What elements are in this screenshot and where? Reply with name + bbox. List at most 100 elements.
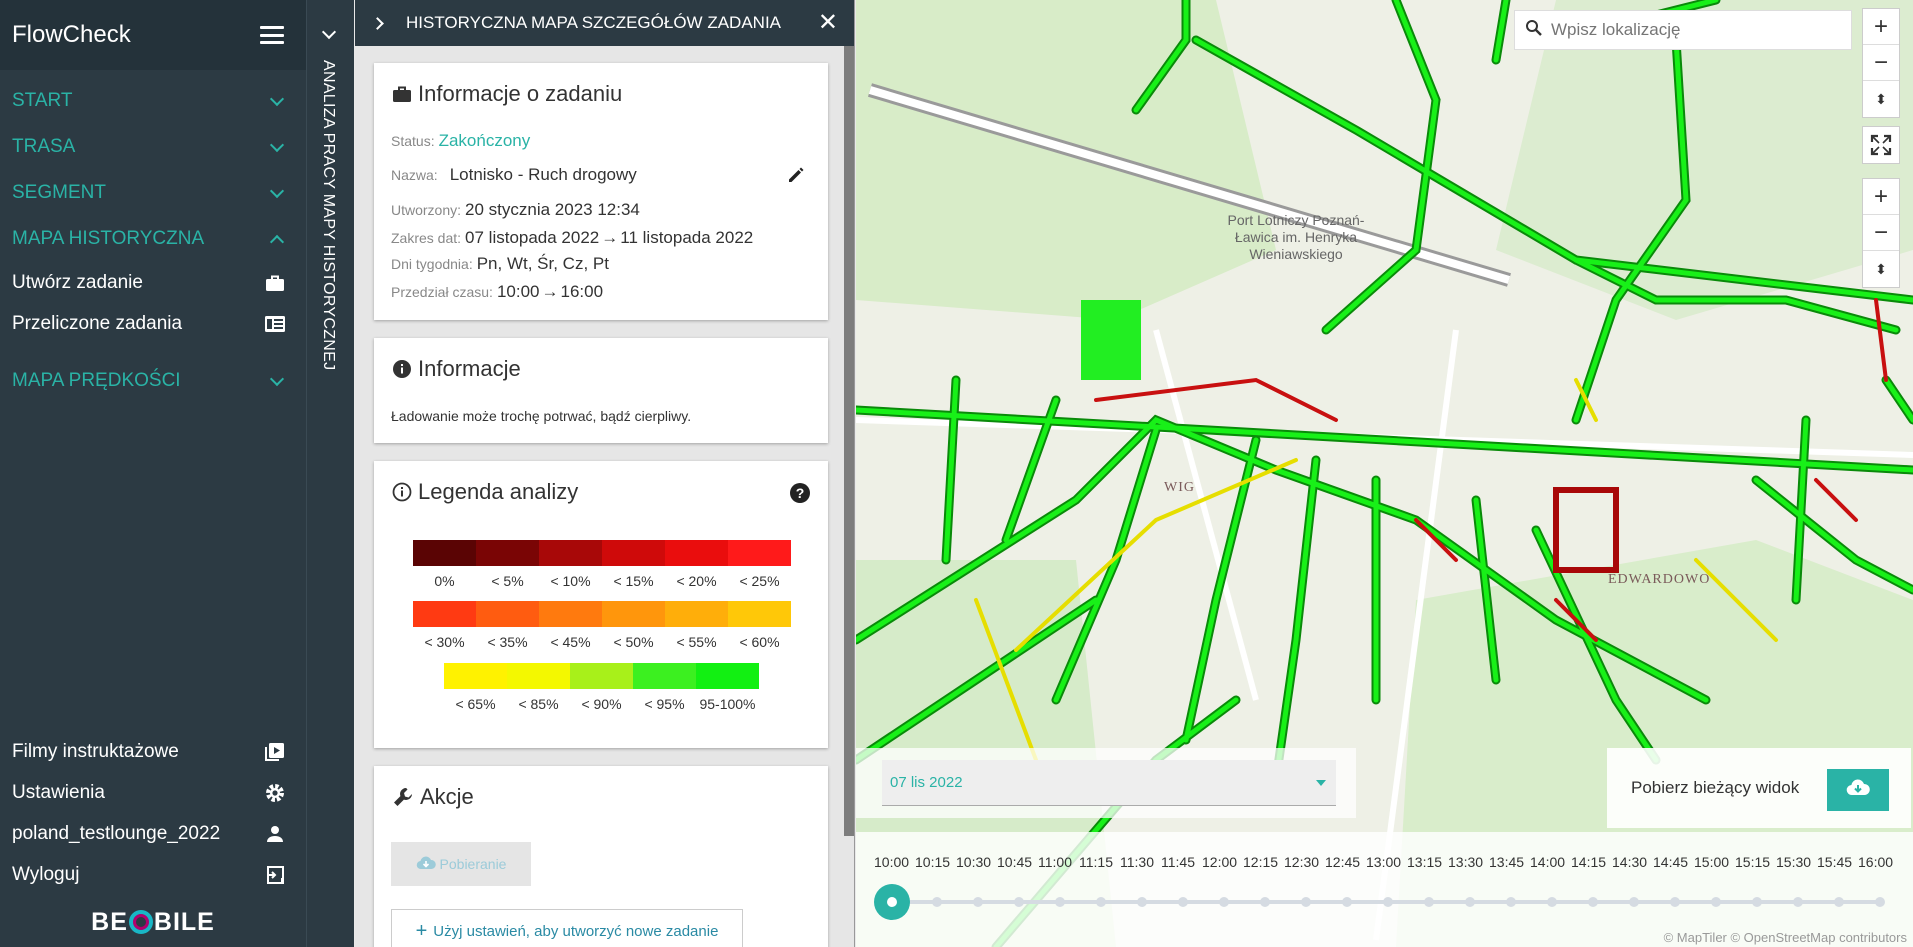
timeline-step-dot[interactable] [1424, 897, 1434, 907]
menu-item-mapa-predkosci[interactable]: MAPA PRĘDKOŚCI [0, 358, 306, 404]
task-info-title: Informacje o zadaniu [374, 63, 828, 107]
timeline-tick-label[interactable]: 15:00 [1694, 854, 1735, 870]
timeline-tick-label[interactable]: 15:45 [1817, 854, 1858, 870]
zoom-out-button-2[interactable]: − [1863, 215, 1899, 251]
weekdays-value: Pn, Wt, Śr, Cz, Pt [476, 254, 609, 273]
timeline-step-dot[interactable] [1096, 897, 1106, 907]
timeline-tick-label[interactable]: 13:00 [1366, 854, 1407, 870]
timeline-step-dot[interactable] [1629, 897, 1639, 907]
timeline-step-dot[interactable] [1547, 897, 1557, 907]
map-area[interactable]: Port Lotniczy Poznań- Ławica im. Henryka… [856, 0, 1913, 947]
timeline-slider-handle[interactable] [874, 884, 910, 920]
timeline-tick-label[interactable]: 11:15 [1079, 854, 1120, 870]
compass-button-2[interactable]: ⬍ [1863, 251, 1899, 287]
menu-item-segment[interactable]: SEGMENT [0, 170, 306, 216]
timeline-step-dot[interactable] [1711, 897, 1721, 907]
timeline-tick-label[interactable]: 12:30 [1284, 854, 1325, 870]
timeline-step-dot[interactable] [1834, 897, 1844, 907]
timeline-tick-label[interactable]: 14:00 [1530, 854, 1571, 870]
submenu-item-create-task[interactable]: Utwórz zadanie [0, 262, 306, 303]
legend-swatch [570, 663, 633, 689]
timeline-step-dot[interactable] [1506, 897, 1516, 907]
search-input[interactable] [1551, 20, 1841, 40]
timeline-tick-label[interactable]: 10:00 [874, 854, 915, 870]
timeline-tick-label[interactable]: 11:00 [1038, 854, 1079, 870]
timeline-step-dot[interactable] [1260, 897, 1270, 907]
analysis-vertical-tab[interactable]: ANALIZA PRACY MAPY HISTORYCZNEJ [306, 0, 354, 947]
timeline-tick-label[interactable]: 10:15 [915, 854, 956, 870]
timeline-step-dot[interactable] [1137, 897, 1147, 907]
timeline-tick-label[interactable]: 16:00 [1858, 854, 1899, 870]
timeline-step-dot[interactable] [1301, 897, 1311, 907]
timeline-step-dot[interactable] [1014, 897, 1024, 907]
submenu-item-computed-tasks[interactable]: Przeliczone zadania [0, 303, 306, 344]
timeline-track[interactable] [896, 897, 1885, 907]
timeline-tick-label[interactable]: 11:45 [1161, 854, 1202, 870]
close-icon[interactable]: ✕ [818, 11, 838, 35]
menu-item-trasa[interactable]: TRASA [0, 124, 306, 170]
download-view-button[interactable] [1827, 769, 1889, 811]
timeline-tick-label[interactable]: 12:00 [1202, 854, 1243, 870]
timeline-tick-label[interactable]: 10:30 [956, 854, 997, 870]
timeline-step-dot[interactable] [1178, 897, 1188, 907]
chevron-right-icon[interactable] [371, 16, 384, 30]
timeline-step-dot[interactable] [1670, 897, 1680, 907]
panel-scrollbar[interactable] [844, 46, 854, 836]
timeline-step-dot[interactable] [1752, 897, 1762, 907]
name-row: Nazwa: Lotnisko - Ruch drogowy [374, 165, 637, 185]
timeline-tick-label[interactable]: 12:45 [1325, 854, 1366, 870]
edit-pencil-icon[interactable] [786, 165, 806, 190]
fullscreen-button[interactable] [1863, 127, 1899, 163]
timeline-step-dot[interactable] [1588, 897, 1598, 907]
new-task-button-label: Użyj ustawień, aby utworzyć nowe zadanie [433, 922, 719, 940]
timeline-tick-label[interactable]: 14:15 [1571, 854, 1612, 870]
timeline-step-dot[interactable] [932, 897, 942, 907]
timeline-tick-label[interactable]: 12:15 [1243, 854, 1284, 870]
timeline-tick-label[interactable]: 14:45 [1653, 854, 1694, 870]
timeline-step-dot[interactable] [1465, 897, 1475, 907]
zoom-out-button[interactable]: − [1863, 45, 1899, 81]
timeline-step-dot[interactable] [1875, 897, 1885, 907]
bottom-item-logout[interactable]: Wyloguj [0, 854, 306, 895]
zoom-in-button[interactable]: + [1863, 9, 1899, 45]
timeline-step-dot[interactable] [973, 897, 983, 907]
user-icon [264, 823, 286, 845]
compass-button[interactable]: ⬍ [1863, 81, 1899, 117]
menu-item-mapa-historyczna[interactable]: MAPA HISTORYCZNA [0, 216, 306, 262]
download-button[interactable]: Pobieranie [391, 842, 531, 886]
timeline-tick-label[interactable]: 13:30 [1448, 854, 1489, 870]
zoom-in-button-2[interactable]: + [1863, 179, 1899, 215]
sidebar-menu: START TRASA SEGMENT MAPA HISTORYCZNA Utw… [0, 70, 306, 404]
chevron-down-icon[interactable] [321, 24, 337, 40]
timeline-tick-label[interactable]: 10:45 [997, 854, 1038, 870]
timeline-tick-label[interactable]: 15:15 [1735, 854, 1776, 870]
timeline-tick-label[interactable]: 13:45 [1489, 854, 1530, 870]
legend-swatch [728, 540, 791, 566]
created-row: Utworzony: 20 stycznia 2023 12:34 [374, 200, 640, 220]
new-task-button[interactable]: + Użyj ustawień, aby utworzyć nowe zadan… [391, 909, 743, 947]
timeline-step-dot[interactable] [1342, 897, 1352, 907]
timeline-step-dot[interactable] [1793, 897, 1803, 907]
timeline-step-dot[interactable] [1383, 897, 1393, 907]
timeline-tick-label[interactable]: 11:30 [1120, 854, 1161, 870]
timeline-tick-label[interactable]: 13:15 [1407, 854, 1448, 870]
sidebar: FlowCheck START TRASA SEGMENT MAPA HISTO… [0, 0, 306, 947]
timeline-tick-label[interactable]: 15:30 [1776, 854, 1817, 870]
menu-item-start[interactable]: START [0, 78, 306, 124]
status-label: Status: [391, 133, 435, 149]
hamburger-menu-icon[interactable] [260, 26, 284, 44]
timeline-tick-label[interactable]: 14:30 [1612, 854, 1653, 870]
bottom-item-user[interactable]: poland_testlounge_2022 [0, 813, 306, 854]
timeline-step-dot[interactable] [1219, 897, 1229, 907]
timeline-step-dot[interactable] [1055, 897, 1065, 907]
info-circle-icon [392, 359, 412, 379]
legend-title: Legenda analizy [374, 461, 828, 505]
bottom-item-settings[interactable]: Ustawienia [0, 772, 306, 813]
date-select[interactable]: 07 lis 2022 [882, 760, 1336, 806]
bottom-item-tutorials[interactable]: Filmy instruktażowe [0, 731, 306, 772]
date-range-label: Zakres dat: [391, 230, 462, 246]
plus-icon: + [415, 919, 428, 942]
cloud-download-icon [416, 856, 436, 873]
location-search[interactable] [1514, 10, 1852, 50]
help-icon[interactable]: ? [790, 483, 810, 503]
